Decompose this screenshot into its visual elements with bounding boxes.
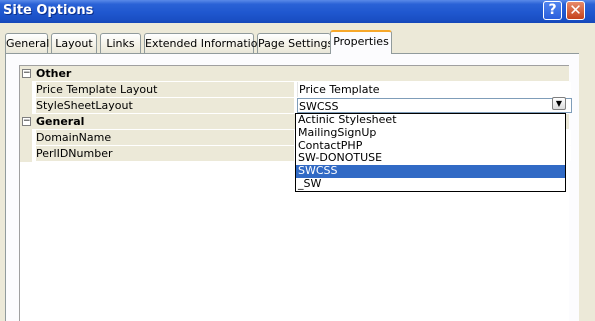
window-title: Site Options xyxy=(3,3,94,18)
collapse-icon[interactable]: − xyxy=(22,117,31,126)
dropdown-option[interactable]: _SW xyxy=(296,177,565,191)
tab-properties[interactable]: Properties xyxy=(330,30,392,54)
title-bar[interactable]: Site Options ? ✕ xyxy=(0,0,595,23)
category-other[interactable]: − Other xyxy=(20,66,569,81)
property-name: DomainName xyxy=(36,130,294,145)
property-name: StyleSheetLayout xyxy=(36,98,294,113)
property-row[interactable]: StyleSheetLayout SWCSS xyxy=(20,98,572,113)
tab-extended-information[interactable]: Extended Information xyxy=(144,33,264,53)
site-options-dialog: Site Options ? ✕ General Layout Links Ex… xyxy=(0,0,595,321)
dropdown-option-selected[interactable]: SWCSS xyxy=(296,164,565,178)
tab-layout[interactable]: Layout xyxy=(51,33,97,53)
property-grid: − Other Price Template Layout Price Temp… xyxy=(19,65,572,321)
collapse-icon[interactable]: − xyxy=(22,69,31,78)
category-label: General xyxy=(36,115,85,128)
tab-page-settings[interactable]: Page Settings xyxy=(257,33,333,53)
category-label: Other xyxy=(36,67,72,80)
property-row[interactable]: Price Template Layout Price Template xyxy=(20,82,571,97)
stylesheet-layout-select[interactable]: SWCSS xyxy=(297,98,572,113)
property-name: PerlIDNumber xyxy=(36,146,294,161)
help-button[interactable]: ? xyxy=(543,1,562,20)
property-value[interactable]: Price Template xyxy=(297,82,571,97)
property-name: Price Template Layout xyxy=(36,82,294,97)
dialog-edge xyxy=(579,53,581,321)
close-button[interactable]: ✕ xyxy=(566,1,585,20)
dropdown-option[interactable]: MailingSignUp xyxy=(296,126,565,140)
tab-links[interactable]: Links xyxy=(100,33,141,53)
dropdown-arrow-icon[interactable]: ▼ xyxy=(552,97,566,110)
tab-general[interactable]: General xyxy=(5,33,49,53)
stylesheet-dropdown-list: Actinic Stylesheet MailingSignUp Contact… xyxy=(295,113,566,192)
dropdown-option[interactable]: Actinic Stylesheet xyxy=(296,113,565,127)
